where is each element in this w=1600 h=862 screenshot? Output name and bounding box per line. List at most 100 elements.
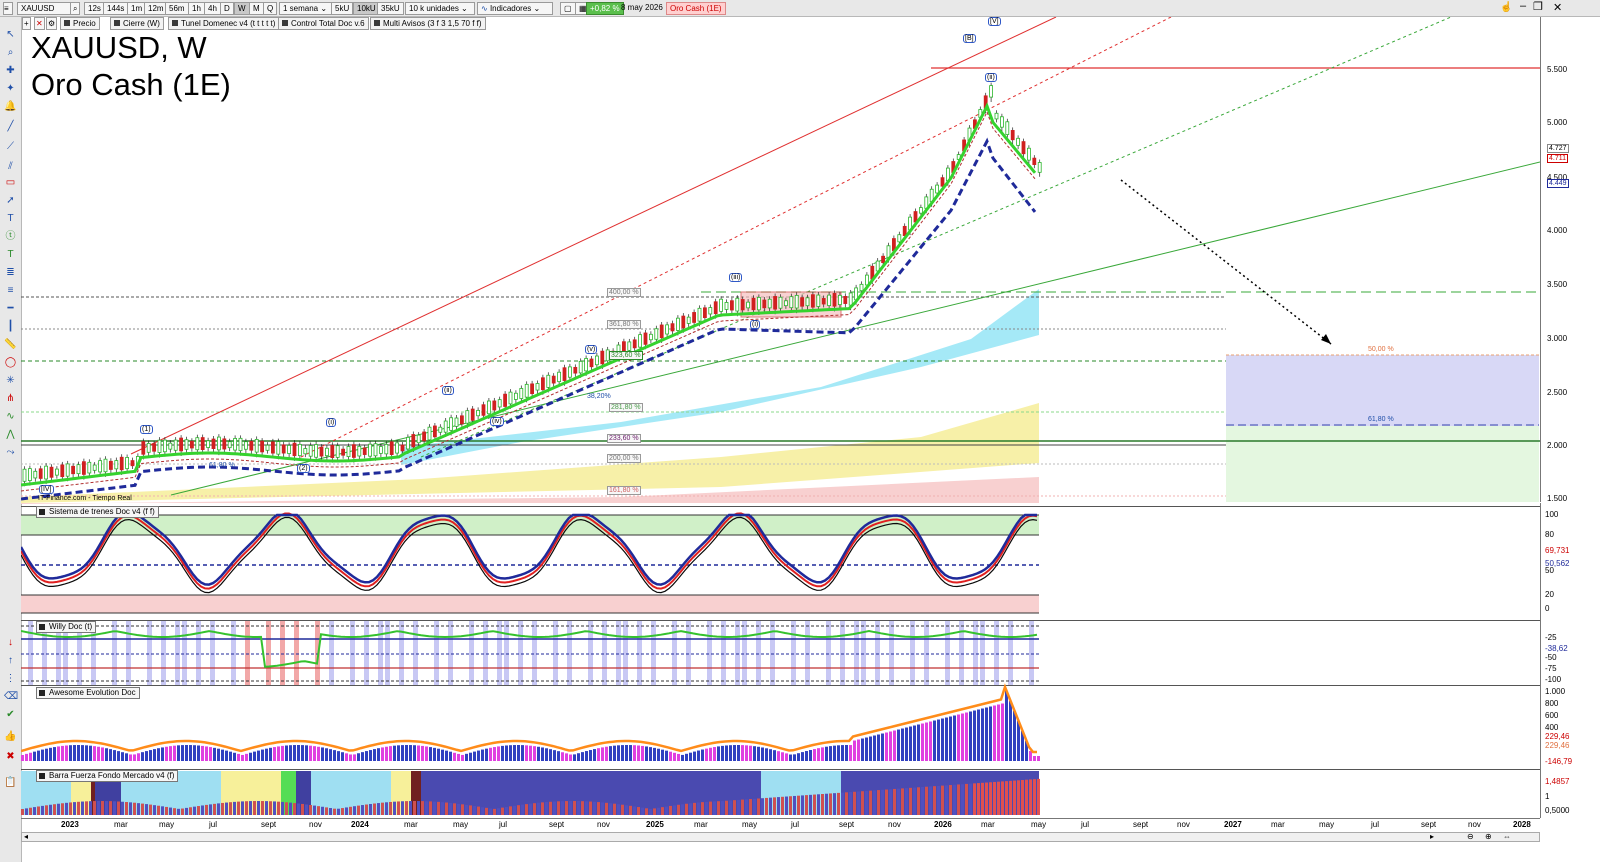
dots-icon[interactable]: ⋮ [4,673,17,684]
zoom-in-icon[interactable]: ⊕ [1485,832,1492,841]
rectangle-icon[interactable]: ▭ [4,177,17,188]
interval-w[interactable]: W [234,2,250,15]
fit-icon[interactable]: ⇔ [1503,832,1511,841]
interval-12s[interactable]: 12s [84,2,105,15]
channel-icon[interactable]: ⫽ [4,161,17,172]
period-value: 1 semana [283,4,319,13]
time-tick: mar [694,820,708,829]
delete-icon[interactable]: ✖ [4,751,17,762]
time-tick: may [1031,820,1047,829]
gann-icon[interactable]: ✳ [4,375,17,386]
check-icon[interactable]: ✔ [4,709,17,720]
drawing-toolbar: ↖ ⌕ ✚ ✦ 🔔 ╱ ⟋ ⫽ ▭ ➚ T ⓣ T ≣ ≡ ━ ┃ 📏 ◯ ✳ … [0,17,22,862]
fib-label-323: 323,60 % [609,351,643,360]
change-badge: +0,82 % [586,2,624,15]
wave-label: (ii) [442,386,454,395]
panel-label-trenes[interactable]: Sistema de trenes Doc v4 (f f) [36,506,159,518]
eraser-icon[interactable]: ⌫ [4,691,18,702]
hand-icon[interactable]: ☝ [1500,2,1512,13]
chart-title-name: Oro Cash (1E) [31,67,231,102]
axis-tick: 20 [1545,590,1554,599]
trend-line-icon[interactable]: ╱ [4,121,17,132]
price-badge-red: 4.711 [1547,154,1568,163]
minimize-icon[interactable]: – [1520,0,1526,12]
interval-m[interactable]: M [249,2,264,15]
path-icon[interactable]: ⤳ [4,447,17,458]
price-badge-last: 4.727 [1547,144,1569,153]
axis-tick: 1.000 [1545,687,1566,696]
interval-d[interactable]: D [220,2,234,15]
units-select[interactable]: 10 k unidades ⌄ [405,2,475,15]
scroll-right-icon[interactable]: ▸ [1430,832,1434,841]
bell-icon[interactable]: 🔔 [4,101,17,112]
panel-label-willy[interactable]: Willy Doc (t) [36,621,97,633]
interval-4h[interactable]: 4h [204,2,221,15]
cursor-icon[interactable]: ↖ [4,29,17,40]
vline-icon[interactable]: ┃ [4,321,17,332]
search-icon[interactable]: ⌕ [70,2,81,15]
buy-icon[interactable]: ↑ [4,655,17,666]
note-icon[interactable]: ⓣ [4,231,17,242]
scroll-left-icon[interactable]: ◂ [24,832,28,841]
panel-label-awesome[interactable]: Awesome Evolution Doc [36,687,140,699]
time-tick: 2026 [934,820,952,829]
wave-label: (iii) [729,273,743,282]
hline-icon[interactable]: ━ [4,303,17,314]
tick-5ku[interactable]: 5kU [331,2,354,15]
time-tick: jul [791,820,800,829]
ellipse-icon[interactable]: ◯ [4,357,17,368]
symbol-field[interactable]: XAUUSD [17,2,75,15]
fib-extension-icon[interactable]: ≡ [4,285,17,296]
tick-10ku[interactable]: 10kU [353,2,380,15]
text-icon[interactable]: T [4,213,17,224]
time-tick: may [159,820,175,829]
time-tick: sept [261,820,277,829]
zoom-icon[interactable]: ⌕ [4,47,17,58]
panel-toggle-icon[interactable]: ▢ [560,2,576,15]
interval-56m[interactable]: 56m [165,2,189,15]
cross-icon[interactable]: ✚ [4,65,17,76]
axis-tick: -25 [1545,633,1557,642]
interval-q[interactable]: Q [263,2,278,15]
price-axis[interactable]: 5.500 5.000 4.500 4.000 3.500 3.000 2.50… [1540,17,1569,503]
magic-icon[interactable]: ✦ [4,83,17,94]
chart-canvas[interactable] [21,17,1540,818]
target-label-61: 61,80 % [1368,416,1394,423]
measure-icon[interactable]: 📏 [4,339,17,350]
elliott-icon[interactable]: ⋀ [4,429,17,440]
price-tick: 2.500 [1547,388,1568,397]
period-select[interactable]: 1 semana ⌄ [279,2,333,15]
indicators-button[interactable]: ∿ Indicadores ⌄ [477,2,553,15]
horizontal-scrollbar[interactable]: ◂ ▸ ⊖ ⊕ ⇔ [21,832,1540,842]
text-box-icon[interactable]: T [4,249,17,260]
target-label-50: 50,00 % [1368,346,1394,353]
axis-tick: 50 [1545,566,1554,575]
zoom-out-icon[interactable]: ⊖ [1467,832,1474,841]
price-tick: 5.500 [1547,65,1568,74]
time-tick: may [1319,820,1335,829]
wave-label: (i) [326,418,337,427]
tick-35ku[interactable]: 35kU [377,2,404,15]
time-tick: sept [839,820,855,829]
interval-1h[interactable]: 1h [188,2,205,15]
arrow-icon[interactable]: ➚ [4,195,17,206]
price-badge-blue: 4.449 [1547,179,1569,188]
time-axis[interactable]: 2023 mar may jul sept nov 2024 mar may jul sept nov… [21,818,1540,831]
panel-label-barra[interactable]: Barra Fuerza Fondo Mercado v4 (f) [36,770,179,782]
pitchfork-icon[interactable]: ⋔ [4,393,17,404]
fib-icon[interactable]: ≣ [4,267,17,278]
sell-icon[interactable]: ↓ [4,637,17,648]
interval-144s[interactable]: 144s [103,2,129,15]
wave-icon[interactable]: ∿ [4,411,17,422]
thumbs-up-icon[interactable]: 👍 [4,731,17,742]
wave-label: (ii) [985,73,997,82]
ray-icon[interactable]: ⟋ [4,141,17,152]
clipboard-icon[interactable]: 📋 [4,777,17,788]
menu-icon[interactable]: ≡ [3,2,13,15]
axis-tick: 80 [1545,530,1554,539]
restore-icon[interactable]: ❐ [1533,0,1543,13]
axis-tick: 1 [1545,792,1550,801]
wave-label: (v) [585,345,598,354]
close-icon[interactable]: ✕ [1553,1,1562,14]
price-tick: 5.000 [1547,118,1568,127]
